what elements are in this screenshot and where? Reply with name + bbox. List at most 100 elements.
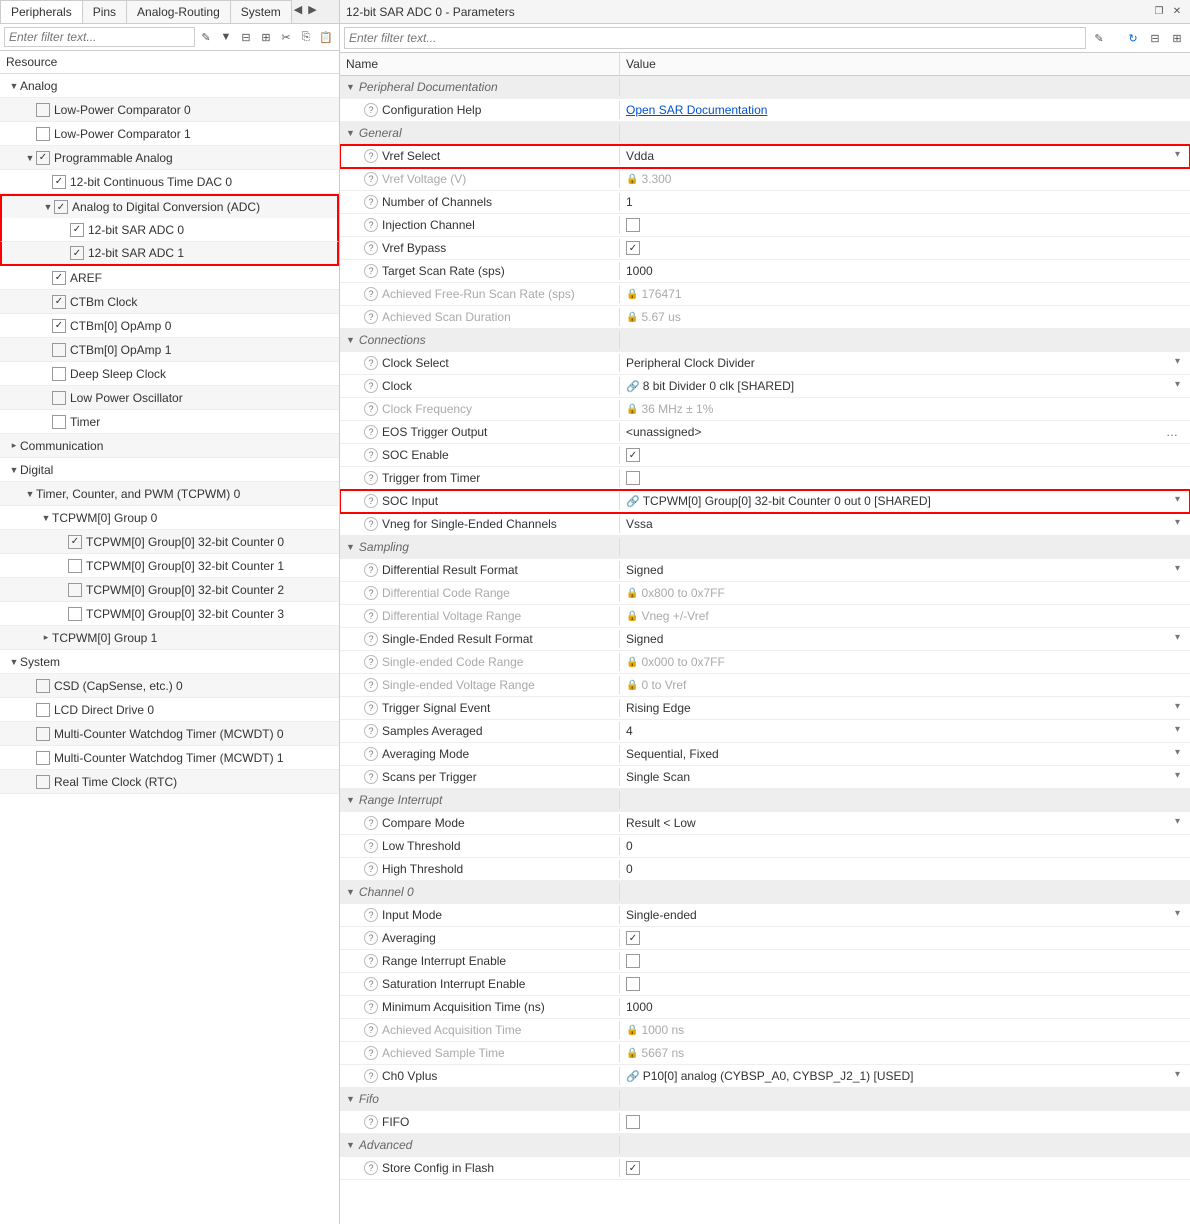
restore-icon[interactable]: ❐ xyxy=(1152,5,1166,19)
tab-nav-right[interactable]: ▶ xyxy=(305,0,319,23)
checkbox[interactable] xyxy=(626,218,640,232)
checkbox[interactable] xyxy=(36,151,50,165)
param-value-cell[interactable]: 🔒1000 ns xyxy=(620,1021,1190,1039)
clear-filter-icon[interactable]: ✎ xyxy=(197,28,215,46)
tree-item[interactable]: Multi-Counter Watchdog Timer (MCWDT) 1 xyxy=(0,746,339,770)
help-icon[interactable]: ? xyxy=(364,724,378,738)
tree-item[interactable]: ▼Programmable Analog xyxy=(0,146,339,170)
checkbox[interactable] xyxy=(52,343,66,357)
tree-item[interactable]: 12-bit SAR ADC 0 xyxy=(0,218,339,242)
expand-arrow-icon[interactable]: ▼ xyxy=(8,465,20,475)
tree-item[interactable]: 12-bit Continuous Time DAC 0 xyxy=(0,170,339,194)
help-icon[interactable]: ? xyxy=(364,931,378,945)
group-collapse-icon[interactable]: ▼ xyxy=(346,887,355,897)
help-icon[interactable]: ? xyxy=(364,862,378,876)
tab-peripherals[interactable]: Peripherals xyxy=(0,0,83,23)
group-collapse-icon[interactable]: ▼ xyxy=(346,542,355,552)
expand-arrow-icon[interactable]: ▸ xyxy=(40,632,52,643)
checkbox[interactable] xyxy=(36,103,50,117)
param-value-cell[interactable]: 🔒Vneg +/-Vref xyxy=(620,607,1190,625)
tab-nav-left[interactable]: ◀ xyxy=(291,0,305,23)
param-value-cell[interactable]: 🔗TCPWM[0] Group[0] 32-bit Counter 0 out … xyxy=(620,492,1190,510)
param-value-cell[interactable]: 1000 xyxy=(620,262,1190,280)
help-icon[interactable]: ? xyxy=(364,839,378,853)
help-icon[interactable]: ? xyxy=(364,517,378,531)
param-value-cell[interactable]: 🔗8 bit Divider 0 clk [SHARED] xyxy=(620,377,1190,395)
tree-item[interactable]: ▼TCPWM[0] Group 0 xyxy=(0,506,339,530)
help-icon[interactable]: ? xyxy=(364,747,378,761)
param-value-cell[interactable]: Vssa xyxy=(620,515,1190,533)
checkbox[interactable] xyxy=(52,295,66,309)
checkbox[interactable] xyxy=(36,127,50,141)
param-value-cell[interactable]: 4 xyxy=(620,722,1190,740)
help-icon[interactable]: ? xyxy=(364,448,378,462)
param-value-cell[interactable] xyxy=(620,1159,1190,1177)
checkbox[interactable] xyxy=(626,1161,640,1175)
tree-item[interactable]: ▸Communication xyxy=(0,434,339,458)
help-icon[interactable]: ? xyxy=(364,586,378,600)
copy-icon[interactable]: ⎘ xyxy=(297,28,315,46)
checkbox[interactable] xyxy=(36,703,50,717)
clear-filter-icon[interactable]: ✎ xyxy=(1090,29,1108,47)
checkbox[interactable] xyxy=(52,391,66,405)
param-value-cell[interactable] xyxy=(620,446,1190,464)
checkbox[interactable] xyxy=(626,1115,640,1129)
tree-item[interactable]: Real Time Clock (RTC) xyxy=(0,770,339,794)
checkbox[interactable] xyxy=(36,727,50,741)
help-icon[interactable]: ? xyxy=(364,195,378,209)
expand-arrow-icon[interactable]: ▼ xyxy=(24,489,36,499)
tree-item[interactable]: 12-bit SAR ADC 1 xyxy=(0,242,339,266)
filter-icon[interactable]: ▼ xyxy=(217,28,235,46)
checkbox[interactable] xyxy=(54,200,68,214)
collapse-icon[interactable]: ⊟ xyxy=(237,28,255,46)
param-value-cell[interactable] xyxy=(620,239,1190,257)
checkbox[interactable] xyxy=(68,583,82,597)
checkbox[interactable] xyxy=(626,954,640,968)
tree-item[interactable]: ▼Timer, Counter, and PWM (TCPWM) 0 xyxy=(0,482,339,506)
tab-pins[interactable]: Pins xyxy=(82,0,127,23)
group-collapse-icon[interactable]: ▼ xyxy=(346,82,355,92)
help-icon[interactable]: ? xyxy=(364,356,378,370)
tree-item[interactable]: Low Power Oscillator xyxy=(0,386,339,410)
tree-item[interactable]: Timer xyxy=(0,410,339,434)
help-icon[interactable]: ? xyxy=(364,954,378,968)
param-value-cell[interactable]: 🔗P10[0] analog (CYBSP_A0, CYBSP_J2_1) [U… xyxy=(620,1067,1190,1085)
checkbox[interactable] xyxy=(36,679,50,693)
help-icon[interactable]: ? xyxy=(364,1115,378,1129)
tree-item[interactable]: Multi-Counter Watchdog Timer (MCWDT) 0 xyxy=(0,722,339,746)
group-collapse-icon[interactable]: ▼ xyxy=(346,128,355,138)
tree-item[interactable]: ▼Analog to Digital Conversion (ADC) xyxy=(0,194,339,218)
help-icon[interactable]: ? xyxy=(364,218,378,232)
checkbox[interactable] xyxy=(52,175,66,189)
help-icon[interactable]: ? xyxy=(364,310,378,324)
param-value-cell[interactable] xyxy=(620,929,1190,947)
help-icon[interactable]: ? xyxy=(364,1000,378,1014)
param-value-cell[interactable]: Single Scan xyxy=(620,768,1190,786)
param-value-cell[interactable]: 🔒36 MHz ± 1% xyxy=(620,400,1190,418)
help-icon[interactable]: ? xyxy=(364,149,378,163)
help-icon[interactable]: ? xyxy=(364,655,378,669)
param-value-cell[interactable]: 0 xyxy=(620,860,1190,878)
checkbox[interactable] xyxy=(70,246,84,260)
checkbox[interactable] xyxy=(68,559,82,573)
tree-item[interactable]: TCPWM[0] Group[0] 32-bit Counter 2 xyxy=(0,578,339,602)
help-icon[interactable]: ? xyxy=(364,816,378,830)
expand-arrow-icon[interactable]: ▼ xyxy=(42,202,54,212)
checkbox[interactable] xyxy=(626,448,640,462)
param-value-cell[interactable]: Peripheral Clock Divider xyxy=(620,354,1190,372)
group-collapse-icon[interactable]: ▼ xyxy=(346,795,355,805)
expand-arrow-icon[interactable]: ▼ xyxy=(8,81,20,91)
param-value-cell[interactable]: Signed xyxy=(620,630,1190,648)
checkbox[interactable] xyxy=(68,607,82,621)
checkbox[interactable] xyxy=(70,223,84,237)
param-value-cell[interactable]: 🔒0x000 to 0x7FF xyxy=(620,653,1190,671)
param-value-cell[interactable]: 🔒0x800 to 0x7FF xyxy=(620,584,1190,602)
help-icon[interactable]: ? xyxy=(364,1023,378,1037)
close-icon[interactable]: ✕ xyxy=(1170,5,1184,19)
help-icon[interactable]: ? xyxy=(364,494,378,508)
help-icon[interactable]: ? xyxy=(364,287,378,301)
param-value-cell[interactable] xyxy=(620,216,1190,234)
tree-item[interactable]: Low-Power Comparator 1 xyxy=(0,122,339,146)
param-value-cell[interactable] xyxy=(620,469,1190,487)
tree-item[interactable]: TCPWM[0] Group[0] 32-bit Counter 3 xyxy=(0,602,339,626)
